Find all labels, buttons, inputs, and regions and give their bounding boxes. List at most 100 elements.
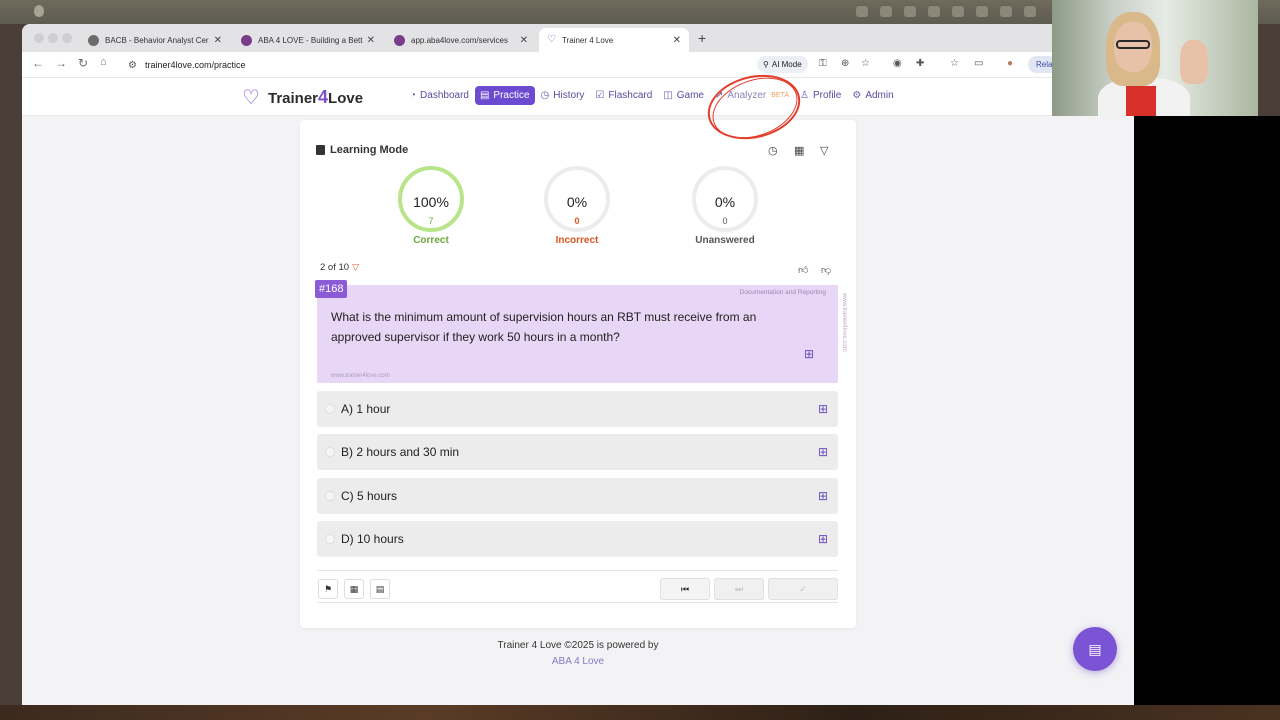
close-tab-icon[interactable]: ✕ — [214, 35, 222, 46]
url-text: trainer4love.com/practice — [144, 60, 246, 70]
browser-tab[interactable]: BACB - Behavior Analyst Cer ✕ — [80, 28, 230, 52]
status-icon[interactable] — [904, 6, 916, 17]
nav-practice[interactable]: ▤ Practice — [474, 86, 535, 105]
password-key-icon[interactable]: ⚿ — [819, 58, 827, 69]
desktop-background — [1134, 116, 1280, 720]
add-image-icon[interactable]: ⊞ — [818, 532, 828, 546]
nav-admin[interactable]: ⚙ Admin — [847, 86, 898, 105]
close-tab-icon[interactable]: ✕ — [367, 35, 375, 46]
heart-icon: ♡ — [547, 34, 556, 45]
radio-button[interactable] — [325, 491, 335, 501]
filter-icon[interactable]: ▽ — [352, 262, 359, 273]
gauge-label: Correct — [413, 235, 449, 246]
back-icon[interactable]: ← — [32, 56, 44, 70]
browser-tab[interactable]: ABA 4 LOVE - Building a Bett ✕ — [233, 28, 383, 52]
close-tab-icon[interactable]: ✕ — [520, 35, 528, 46]
add-image-icon[interactable]: ⊞ — [818, 445, 828, 459]
answer-option[interactable]: A) 1 hour ⊞ — [317, 391, 838, 427]
apple-icon[interactable] — [34, 5, 44, 17]
flag-icon[interactable]: ⚑ — [318, 579, 338, 599]
side-panel-icon[interactable]: ▭ — [974, 58, 983, 69]
radio-button[interactable] — [325, 534, 335, 544]
timer-icon[interactable]: ◷ — [768, 144, 778, 157]
profile-avatar-icon[interactable]: ● — [1007, 58, 1013, 69]
gauge-count: 0 — [574, 216, 580, 226]
brand-name: Trainer4Love — [268, 87, 364, 107]
bookmark-star-icon[interactable]: ☆ — [861, 58, 870, 69]
gauge-label: Incorrect — [555, 235, 599, 246]
link-icon — [88, 34, 99, 46]
option-label: B) 2 hours and 30 min — [341, 445, 460, 459]
site-header: ♡ Trainer4Love ◔ Dashboard ▤ Practice ◷ His… — [22, 79, 1134, 116]
calculator-icon[interactable]: ▦ — [344, 579, 364, 599]
answer-option[interactable]: C) 5 hours ⊞ — [317, 478, 838, 514]
nav-dashboard[interactable]: ◔ Dashboard — [405, 86, 474, 105]
zoom-window-button[interactable] — [62, 33, 72, 43]
site-favicon-icon — [394, 34, 405, 46]
gauge-icon: ◔ — [410, 90, 417, 101]
calculator-icon[interactable]: ▦ — [794, 144, 804, 157]
nav-profile[interactable]: ♙ Profile — [795, 86, 846, 105]
gauge-percent: 0% — [566, 194, 588, 210]
status-icon[interactable] — [928, 6, 940, 17]
minimize-window-button[interactable] — [48, 33, 58, 43]
correct-gauge: 100% 7 Correct — [396, 166, 466, 246]
nav-flashcard[interactable]: ☑ Flashcard — [590, 86, 657, 105]
add-image-icon[interactable]: ⊞ — [804, 347, 814, 361]
quiz-card: Learning Mode ◷ ▦ ▽ 100% 7 Correct 0% 0 … — [300, 120, 856, 628]
notes-fab-button[interactable]: ▤ — [1073, 627, 1117, 671]
reading-list-icon[interactable]: ☆ — [950, 58, 959, 69]
nav-history[interactable]: ◷ History — [536, 86, 590, 105]
search-icon: ⚲ — [763, 60, 769, 69]
close-tab-icon[interactable]: ✕ — [673, 35, 681, 46]
browser-tab-active[interactable]: ♡ Trainer 4 Love ✕ — [539, 28, 689, 52]
control-center-icon[interactable] — [1024, 6, 1036, 17]
answer-option[interactable]: D) 10 hours ⊞ — [317, 521, 838, 557]
zoom-icon[interactable]: ⊕ — [841, 58, 849, 69]
page-content: Learning Mode ◷ ▦ ▽ 100% 7 Correct 0% 0 … — [22, 116, 1134, 705]
question-progress: 2 of 10 ▽ — [320, 262, 359, 273]
status-icon[interactable] — [1000, 6, 1012, 17]
submit-button[interactable]: ✓ — [768, 578, 838, 600]
thumbs-down-icon[interactable]: 👎︎ — [821, 264, 831, 276]
gauge-count: 0 — [722, 216, 728, 226]
notes-icon[interactable]: ▤ — [370, 579, 390, 599]
reload-icon[interactable]: ↻ — [78, 56, 88, 70]
tab-title: ABA 4 LOVE - Building a Bett — [258, 35, 363, 45]
filter-icon[interactable]: ▽ — [820, 144, 828, 157]
radio-button[interactable] — [325, 404, 335, 414]
next-button[interactable]: ⏭ — [714, 578, 764, 600]
vertical-watermark: www.trainer4love.com — [841, 293, 847, 352]
unanswered-gauge: 0% 0 Unanswered — [690, 166, 760, 246]
wifi-icon[interactable] — [952, 6, 964, 17]
brand-logo[interactable]: ♡ Trainer4Love — [240, 87, 363, 108]
history-icon: ◷ — [540, 90, 550, 101]
status-icon[interactable] — [880, 6, 892, 17]
site-settings-icon[interactable]: ⚙ — [128, 60, 137, 71]
ai-mode-label: AI Mode — [771, 60, 802, 69]
flashcard-icon: ☑ — [595, 90, 605, 101]
menubar-status-icons — [856, 6, 1036, 17]
footer-link[interactable]: ABA 4 Love — [22, 656, 1134, 667]
extension-icon[interactable]: ◉ — [893, 58, 902, 69]
previous-button[interactable]: ⏮ — [660, 578, 710, 600]
document-icon: ▤ — [1088, 641, 1102, 657]
user-icon: ♙ — [800, 90, 809, 101]
new-tab-icon[interactable]: + — [698, 30, 706, 46]
extensions-puzzle-icon[interactable]: ✚ — [916, 58, 924, 69]
radio-button[interactable] — [325, 447, 335, 457]
forward-icon[interactable]: → — [55, 56, 67, 70]
address-bar[interactable]: ⚙ trainer4love.com/practice — [122, 55, 792, 75]
browser-tab[interactable]: app.aba4love.com/services ✕ — [386, 28, 536, 52]
home-icon[interactable]: ⌂ — [100, 56, 107, 68]
add-image-icon[interactable]: ⊞ — [818, 402, 828, 416]
answer-option[interactable]: B) 2 hours and 30 min ⊞ — [317, 434, 838, 470]
close-window-button[interactable] — [34, 33, 44, 43]
thumbs-up-icon[interactable]: 👍︎ — [798, 264, 808, 276]
desktop-background — [0, 705, 1280, 720]
nav-game[interactable]: ◫ Game — [658, 86, 709, 105]
search-icon[interactable] — [976, 6, 988, 17]
ai-mode-button[interactable]: ⚲ AI Mode — [757, 56, 808, 73]
status-icon[interactable] — [856, 6, 868, 17]
add-image-icon[interactable]: ⊞ — [818, 489, 828, 503]
